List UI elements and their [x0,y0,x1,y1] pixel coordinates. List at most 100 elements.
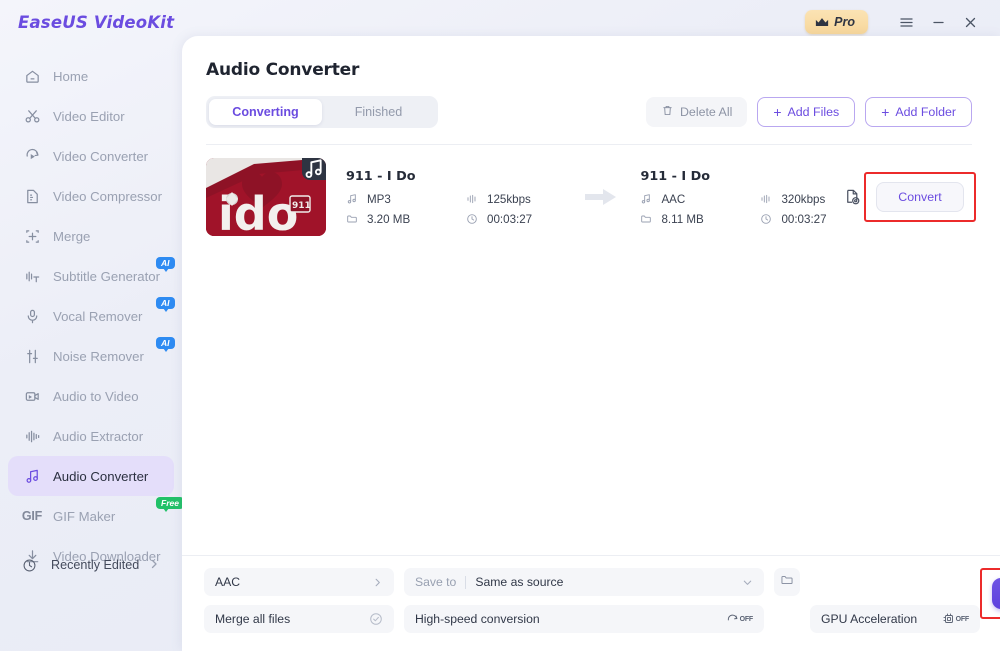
high-speed-conversion-toggle[interactable]: High-speed conversion OFF [404,605,764,633]
video-camera-icon [22,386,42,406]
hamburger-menu-icon[interactable] [890,8,922,36]
target-file-name: 911 - I Do [640,168,711,184]
pro-upgrade-badge[interactable]: Pro [805,10,868,34]
file-settings-icon[interactable] [840,188,864,207]
chevron-down-icon [742,577,753,588]
source-file-meta: 911 - I Do MP3 125kbps 3.20 MB 00:03:27 [346,169,581,226]
crown-icon [815,17,829,28]
sidebar: Home Video Editor Video Converter Video … [0,44,184,651]
clock-icon [22,556,40,574]
main-panel: Audio Converter Converting Finished Dele… [182,36,1000,651]
close-icon[interactable] [954,8,986,36]
tab-finished[interactable]: Finished [322,99,435,125]
gpu-chip-icon: OFF [942,612,969,626]
tab-converting[interactable]: Converting [209,99,322,125]
delete-all-button[interactable]: Delete All [645,97,748,127]
sidebar-item-label: Video Converter [53,148,149,164]
sidebar-item-video-compressor[interactable]: Video Compressor [8,176,174,216]
gpu-acceleration-toggle[interactable]: GPU Acceleration OFF [810,605,980,633]
sidebar-item-audio-converter[interactable]: Audio Converter [8,456,174,496]
merge-all-files-toggle[interactable]: Merge all files [204,605,394,633]
target-size: 8.11 MB [640,213,760,226]
sidebar-item-label: Merge [53,228,91,244]
waveform-icon [760,193,774,205]
arrow-right-icon [581,187,620,207]
target-size-value: 8.11 MB [661,212,704,226]
convert-button-highlight: Convert [864,172,976,222]
delete-all-label: Delete All [679,105,733,119]
sidebar-item-audio-extractor[interactable]: Audio Extractor [8,416,174,456]
sidebar-item-label: Video Editor [53,108,125,124]
scissors-icon [22,106,42,126]
sidebar-item-label: Audio Converter [53,468,149,484]
convert-all-button[interactable]: Convert All [992,578,1000,609]
convert-all-highlight: Convert All [980,568,1000,619]
play-circle-icon [22,146,42,166]
add-folder-button[interactable]: + Add Folder [865,97,972,127]
bottom-settings-row-1: AAC Save to Same as source [204,568,800,596]
target-format: AAC [640,193,760,206]
chevron-right-icon [372,577,383,588]
sidebar-item-label: GIF Maker [53,508,116,524]
target-file-meta: 911 - I Do AAC 320kbps 8.11 MB 00:03:27 [640,169,836,226]
ai-badge: AI [156,297,175,312]
album-art-thumbnail: ido 911 [206,158,326,236]
convert-button[interactable]: Convert [876,182,964,212]
high-speed-conversion-label: High-speed conversion [415,612,540,626]
free-badge: Free [156,497,184,512]
target-duration-value: 00:03:27 [781,212,827,226]
sidebar-item-vocal-remover[interactable]: Vocal Remover AI [8,296,175,336]
save-to-select[interactable]: Save to Same as source [404,568,764,596]
file-row[interactable]: ido 911 911 - I Do MP3 125kbps 3.20 MB 0… [206,153,976,241]
source-format-value: MP3 [367,192,391,206]
waveform-icon [22,426,42,446]
home-icon [22,66,42,86]
source-format: MP3 [346,193,466,206]
music-note-icon [346,193,360,205]
folder-icon [640,213,654,225]
target-duration: 00:03:27 [760,213,836,226]
trash-icon [661,104,674,120]
open-folder-button[interactable] [774,568,800,596]
source-file-name: 911 - I Do [346,168,416,184]
source-bitrate: 125kbps [466,193,581,206]
sliders-icon [22,346,42,366]
add-files-label: Add Files [787,105,840,119]
sidebar-item-video-converter[interactable]: Video Converter [8,136,174,176]
add-files-button[interactable]: + Add Files [757,97,856,127]
merge-icon [22,226,42,246]
sidebar-item-label: Subtitle Generator [53,268,161,284]
header-actions: Delete All + Add Files + Add Folder [645,97,972,127]
sidebar-item-audio-to-video[interactable]: Audio to Video [8,376,174,416]
convert-all-area: Convert All [980,568,1000,619]
ai-badge: AI [156,257,175,272]
gpu-state: OFF [955,615,970,623]
save-to-label: Save to [415,575,457,589]
gif-text-icon: GIF [21,509,43,523]
waveform-icon [466,193,480,205]
application-window: EaseUS VideoKit Pro Home Video Editor Vi… [0,0,1000,651]
header-divider [206,144,972,145]
sidebar-item-gif-maker[interactable]: GIF GIF Maker Free [8,496,184,536]
microphone-icon [22,306,42,326]
document-compress-icon [22,186,42,206]
output-format-value: AAC [215,575,241,589]
target-bitrate-value: 320kbps [781,192,826,206]
sidebar-nav: Home Video Editor Video Converter Video … [0,56,184,576]
sidebar-item-recently-edited[interactable]: Recently Edited [8,547,174,583]
source-duration-value: 00:03:27 [487,212,533,226]
save-to-value: Same as source [475,575,564,589]
output-format-select[interactable]: AAC [204,568,394,596]
page-title: Audio Converter [206,60,360,80]
sidebar-item-label: Video Compressor [53,188,162,204]
sidebar-item-video-editor[interactable]: Video Editor [8,96,174,136]
sidebar-item-home[interactable]: Home [8,56,174,96]
sidebar-item-merge[interactable]: Merge [8,216,174,256]
sidebar-item-noise-remover[interactable]: Noise Remover AI [8,336,175,376]
sidebar-item-label: Home [53,68,89,84]
clock-icon [466,213,480,225]
app-brand-logo: EaseUS VideoKit [18,12,175,32]
minimize-icon[interactable] [922,8,954,36]
sidebar-item-label: Audio Extractor [53,428,144,444]
sidebar-item-subtitle-generator[interactable]: Subtitle Generator AI [8,256,175,296]
